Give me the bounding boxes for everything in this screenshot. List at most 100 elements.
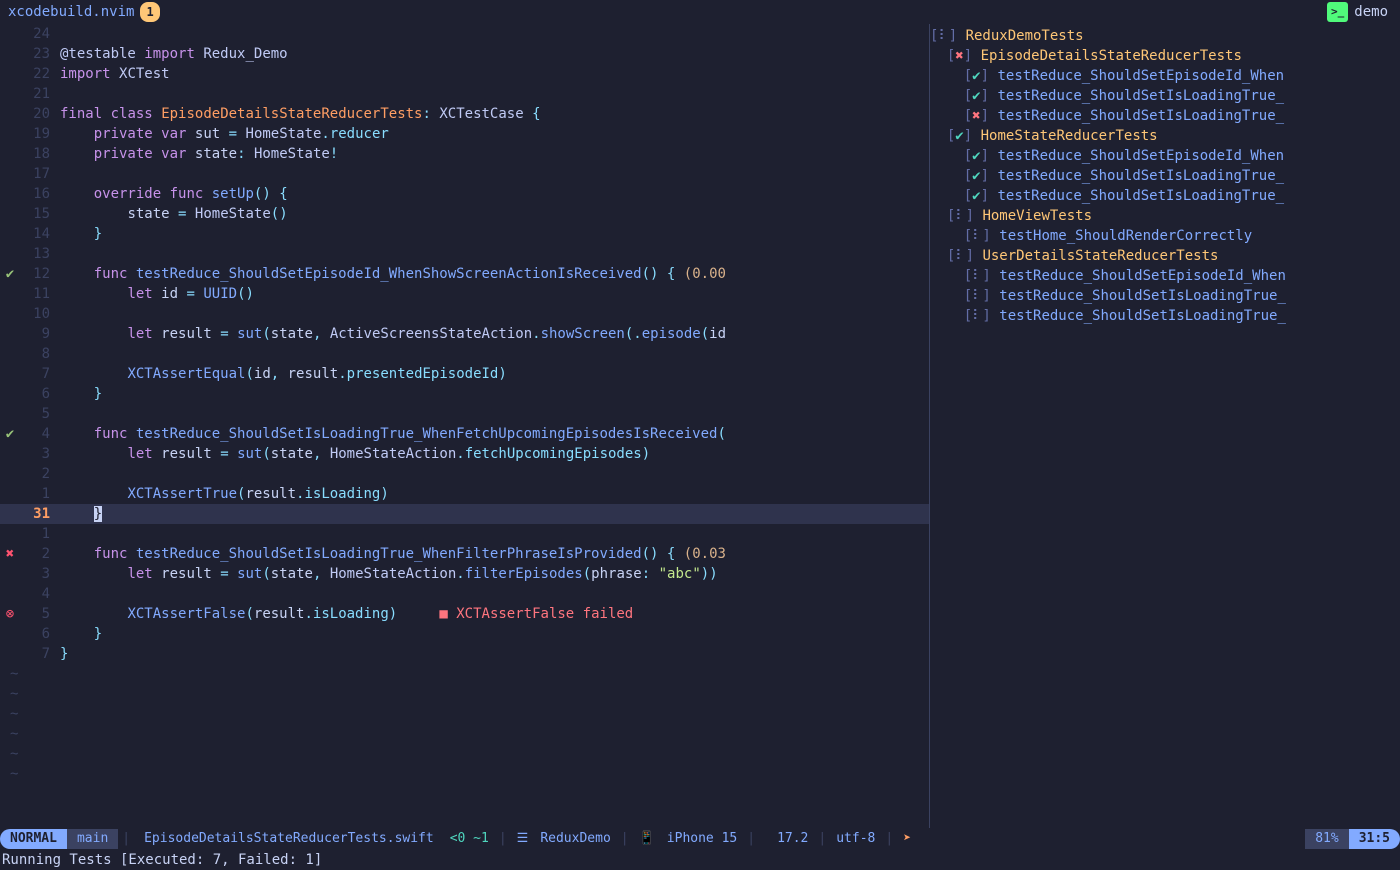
code-line[interactable]: 18 private var state: HomeState! — [0, 144, 929, 164]
code-line[interactable]: 2 — [0, 464, 929, 484]
code-text[interactable]: state = HomeState() — [60, 204, 929, 224]
code-line[interactable]: 14 } — [0, 224, 929, 244]
neovim-app: xcodebuild.nvim 1 >_ demo 2423@testable … — [0, 0, 1400, 870]
code-text[interactable]: let id = UUID() — [60, 284, 929, 304]
sign-column — [0, 624, 20, 644]
code-line[interactable]: 4 — [0, 584, 929, 604]
code-text[interactable]: func testReduce_ShouldSetIsLoadingTrue_W… — [60, 424, 929, 444]
line-number: 13 — [20, 244, 60, 264]
code-line[interactable]: 7 XCTAssertEqual(id, result.presentedEpi… — [0, 364, 929, 384]
code-text[interactable]: let result = sut(state, ActiveScreensSta… — [60, 324, 929, 344]
test-tree-item[interactable]: [✔] testReduce_ShouldSetIsLoadingTrue_ — [930, 166, 1400, 186]
line-number: 5 — [20, 604, 60, 624]
code-text[interactable] — [60, 24, 929, 44]
code-line[interactable]: 9 let result = sut(state, ActiveScreensS… — [0, 324, 929, 344]
buffer-tab[interactable]: xcodebuild.nvim 1 — [8, 2, 160, 22]
code-line[interactable]: ✔12 func testReduce_ShouldSetEpisodeId_W… — [0, 264, 929, 284]
test-tree-item[interactable]: [✔] testReduce_ShouldSetIsLoadingTrue_ — [930, 186, 1400, 206]
code-line[interactable]: 7} — [0, 644, 929, 664]
code-text[interactable]: } — [60, 384, 929, 404]
test-tree-item[interactable]: [✖] EpisodeDetailsStateReducerTests — [930, 46, 1400, 66]
scroll-percent: 81% — [1305, 829, 1348, 849]
code-text[interactable]: let result = sut(state, HomeStateAction.… — [60, 564, 929, 584]
test-tree-item[interactable]: [⠇] testReduce_ShouldSetEpisodeId_When — [930, 266, 1400, 286]
code-line[interactable]: ✖2 func testReduce_ShouldSetIsLoadingTru… — [0, 544, 929, 564]
code-line[interactable]: 23@testable import Redux_Demo — [0, 44, 929, 64]
code-text[interactable] — [60, 304, 929, 324]
test-tree-item[interactable]: [✔] testReduce_ShouldSetIsLoadingTrue_ — [930, 86, 1400, 106]
sign-column — [0, 364, 20, 384]
right-tab[interactable]: >_ demo — [1327, 2, 1400, 22]
code-text[interactable]: } — [60, 644, 929, 664]
code-text[interactable] — [60, 164, 929, 184]
test-tree-item[interactable]: [✖] testReduce_ShouldSetIsLoadingTrue_ — [930, 106, 1400, 126]
code-line[interactable]: 15 state = HomeState() — [0, 204, 929, 224]
test-tree-item[interactable]: [⠇] UserDetailsStateReducerTests — [930, 246, 1400, 266]
code-line[interactable]: 10 — [0, 304, 929, 324]
test-tree-item[interactable]: [⠇] HomeViewTests — [930, 206, 1400, 226]
code-text[interactable] — [60, 404, 929, 424]
code-lines[interactable]: 2423@testable import Redux_Demo22import … — [0, 24, 929, 828]
code-line[interactable]: 13 — [0, 244, 929, 264]
code-text[interactable] — [60, 584, 929, 604]
code-text[interactable]: let result = sut(state, HomeStateAction.… — [60, 444, 929, 464]
editor-pane[interactable]: 2423@testable import Redux_Demo22import … — [0, 24, 930, 828]
code-text[interactable]: XCTAssertTrue(result.isLoading) — [60, 484, 929, 504]
code-line[interactable]: 3 let result = sut(state, HomeStateActio… — [0, 444, 929, 464]
code-text[interactable]: } — [60, 504, 929, 524]
line-number: 9 — [20, 324, 60, 344]
code-line[interactable]: 22import XCTest — [0, 64, 929, 84]
line-number: 11 — [20, 284, 60, 304]
sign-column: ✔ — [0, 264, 20, 284]
code-text[interactable] — [60, 524, 929, 544]
code-line[interactable]: 17 — [0, 164, 929, 184]
code-text[interactable]: override func setUp() { — [60, 184, 929, 204]
code-text[interactable]: import XCTest — [60, 64, 929, 84]
test-tree-item[interactable]: [⠇] testReduce_ShouldSetIsLoadingTrue_ — [930, 306, 1400, 326]
code-text[interactable] — [60, 344, 929, 364]
code-text[interactable]: XCTAssertEqual(id, result.presentedEpiso… — [60, 364, 929, 384]
code-text[interactable]: private var state: HomeState! — [60, 144, 929, 164]
line-number: 2 — [20, 464, 60, 484]
test-explorer-pane[interactable]: [⠇] ReduxDemoTests [✖] EpisodeDetailsSta… — [930, 24, 1400, 828]
code-text[interactable]: @testable import Redux_Demo — [60, 44, 929, 64]
code-line[interactable]: 19 private var sut = HomeState.reducer — [0, 124, 929, 144]
code-line[interactable]: 1 — [0, 524, 929, 544]
status-line: NORMAL main | EpisodeDetailsStateReducer… — [0, 828, 1400, 850]
code-line[interactable]: 6 } — [0, 624, 929, 644]
sign-column — [0, 404, 20, 424]
code-line[interactable]: 20final class EpisodeDetailsStateReducer… — [0, 104, 929, 124]
code-line[interactable]: ✔4 func testReduce_ShouldSetIsLoadingTru… — [0, 424, 929, 444]
test-tree-item[interactable]: [⠇] testReduce_ShouldSetIsLoadingTrue_ — [930, 286, 1400, 306]
code-line[interactable]: 24 — [0, 24, 929, 44]
code-line[interactable]: ⊗5 XCTAssertFalse(result.isLoading) ■ XC… — [0, 604, 929, 624]
test-tree-item[interactable]: [⠇] ReduxDemoTests — [930, 26, 1400, 46]
diagnostics-segment: <0 ~1 — [444, 829, 495, 849]
code-text[interactable]: } — [60, 224, 929, 244]
code-line[interactable]: 6 } — [0, 384, 929, 404]
test-tree-item[interactable]: [✔] HomeStateReducerTests — [930, 126, 1400, 146]
code-text[interactable] — [60, 84, 929, 104]
code-text[interactable]: XCTAssertFalse(result.isLoading) ■ XCTAs… — [60, 604, 929, 624]
test-tree-item[interactable]: [⠇] testHome_ShouldRenderCorrectly — [930, 226, 1400, 246]
sign-column — [0, 324, 20, 344]
code-line[interactable]: 5 — [0, 404, 929, 424]
code-line[interactable]: 8 — [0, 344, 929, 364]
code-line[interactable]: 16 override func setUp() { — [0, 184, 929, 204]
test-tree-item[interactable]: [✔] testReduce_ShouldSetEpisodeId_When — [930, 146, 1400, 166]
test-tree-item[interactable]: [✔] testReduce_ShouldSetEpisodeId_When — [930, 66, 1400, 86]
code-line[interactable]: 1 XCTAssertTrue(result.isLoading) — [0, 484, 929, 504]
code-text[interactable]: func testReduce_ShouldSetEpisodeId_WhenS… — [60, 264, 929, 284]
code-text[interactable] — [60, 464, 929, 484]
code-text[interactable]: private var sut = HomeState.reducer — [60, 124, 929, 144]
line-number: 7 — [20, 364, 60, 384]
code-line[interactable]: 11 let id = UUID() — [0, 284, 929, 304]
code-text[interactable]: } — [60, 624, 929, 644]
code-text[interactable]: func testReduce_ShouldSetIsLoadingTrue_W… — [60, 544, 929, 564]
code-text[interactable]: final class EpisodeDetailsStateReducerTe… — [60, 104, 929, 124]
code-line[interactable]: 31 } — [0, 504, 929, 524]
line-number: 22 — [20, 64, 60, 84]
code-text[interactable] — [60, 244, 929, 264]
code-line[interactable]: 3 let result = sut(state, HomeStateActio… — [0, 564, 929, 584]
code-line[interactable]: 21 — [0, 84, 929, 104]
